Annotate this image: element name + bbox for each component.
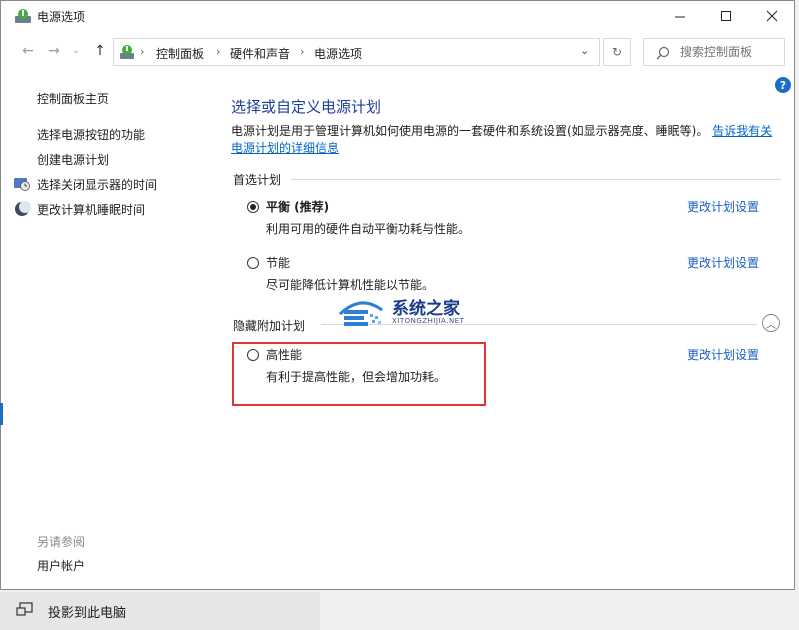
sidebar-home-link[interactable]: 控制面板主页 bbox=[37, 90, 109, 107]
search-box[interactable] bbox=[643, 38, 785, 66]
help-icon[interactable]: ? bbox=[775, 77, 791, 93]
moon-icon bbox=[15, 201, 31, 216]
breadcrumb-control-panel[interactable]: 控制面板 bbox=[156, 45, 204, 62]
maximize-icon bbox=[721, 11, 731, 21]
maximize-button[interactable] bbox=[703, 1, 749, 31]
monitor-clock-icon bbox=[14, 178, 30, 191]
radio-power-saver[interactable] bbox=[247, 257, 259, 269]
address-dropdown-icon[interactable]: ⌄ bbox=[580, 44, 589, 57]
back-button[interactable]: ← bbox=[17, 41, 39, 61]
refresh-button[interactable]: ↻ bbox=[603, 38, 631, 66]
breadcrumb-separator: › bbox=[300, 45, 305, 58]
plan-desc-balanced: 利用可用的硬件自动平衡功耗与性能。 bbox=[266, 222, 471, 236]
radio-balanced[interactable] bbox=[247, 201, 259, 213]
project-icon bbox=[16, 602, 33, 616]
sidebar-item-create-plan[interactable]: 创建电源计划 bbox=[37, 151, 109, 168]
description-text: 电源计划是用于管理计算机如何使用电源的一套硬件和系统设置(如显示器亮度、睡眠等)… bbox=[231, 124, 709, 138]
project-to-pc-item[interactable]: 投影到此电脑 bbox=[0, 592, 320, 630]
see-also-user-accounts[interactable]: 用户帐户 bbox=[37, 557, 85, 574]
plan-name-balanced[interactable]: 平衡 (推荐) bbox=[266, 198, 329, 215]
plan-name-power-saver[interactable]: 节能 bbox=[266, 254, 290, 271]
power-options-icon bbox=[15, 9, 31, 23]
group-divider bbox=[291, 179, 781, 180]
search-input[interactable] bbox=[680, 43, 780, 61]
sidebar-item-power-buttons[interactable]: 选择电源按钮的功能 bbox=[37, 126, 145, 143]
hidden-plans-heading: 隐藏附加计划 bbox=[233, 319, 306, 333]
forward-arrow-icon: → bbox=[48, 43, 60, 59]
breadcrumb-hardware-sound[interactable]: 硬件和声音 bbox=[230, 45, 290, 62]
close-button[interactable] bbox=[749, 1, 795, 31]
page-description: 电源计划是用于管理计算机如何使用电源的一套硬件和系统设置(如显示器亮度、睡眠等)… bbox=[231, 123, 781, 157]
window-title: 电源选项 bbox=[37, 10, 86, 24]
sidebar-item-sleep-time[interactable]: 更改计算机睡眠时间 bbox=[37, 201, 145, 218]
breadcrumb-separator: › bbox=[140, 45, 145, 58]
control-panel-icon bbox=[120, 45, 134, 59]
refresh-icon: ↻ bbox=[611, 45, 623, 59]
watermark-subtitle: XITONGZHIJIA.NET bbox=[392, 317, 465, 325]
watermark-title: 系统之家 bbox=[392, 299, 460, 319]
up-button[interactable]: ↑ bbox=[89, 41, 111, 61]
navigation-bar: ← → ⌄ ↑ › 控制面板 › 硬件和声音 › 电源选项 ⌄ ↻ bbox=[1, 35, 794, 67]
collapse-hidden-plans-button[interactable]: ︿ bbox=[762, 314, 780, 332]
change-settings-balanced[interactable]: 更改计划设置 bbox=[687, 198, 759, 215]
close-icon bbox=[766, 10, 778, 22]
watermark-logo-icon bbox=[338, 301, 383, 326]
watermark: 系统之家 XITONGZHIJIA.NET bbox=[336, 294, 476, 334]
up-arrow-icon: ↑ bbox=[94, 43, 106, 59]
title-bar: 电源选项 bbox=[1, 1, 794, 31]
page-title: 选择或自定义电源计划 bbox=[231, 98, 382, 116]
chevron-down-icon: ⌄ bbox=[72, 46, 80, 56]
forward-button[interactable]: → bbox=[43, 41, 65, 61]
change-settings-power-saver[interactable]: 更改计划设置 bbox=[687, 254, 759, 271]
change-settings-high-performance[interactable]: 更改计划设置 bbox=[687, 346, 759, 363]
recent-locations-button[interactable]: ⌄ bbox=[65, 41, 87, 61]
breadcrumb-power-options[interactable]: 电源选项 bbox=[314, 45, 362, 62]
chevron-up-icon: ︿ bbox=[766, 319, 776, 331]
search-icon bbox=[656, 46, 670, 60]
see-also-heading: 另请参阅 bbox=[37, 535, 86, 549]
minimize-button[interactable] bbox=[657, 1, 703, 31]
breadcrumb-separator: › bbox=[216, 45, 221, 58]
back-arrow-icon: ← bbox=[22, 43, 34, 59]
power-options-window: 电源选项 ← → ⌄ ↑ › 控制面板 › 硬件和声音 › 电源选项 ⌄ ↻ 搜… bbox=[0, 0, 795, 590]
address-box[interactable]: › 控制面板 › 硬件和声音 › 电源选项 ⌄ bbox=[113, 38, 600, 66]
project-to-pc-label: 投影到此电脑 bbox=[48, 606, 127, 621]
taskbar-accent bbox=[0, 403, 3, 425]
minimize-icon bbox=[675, 16, 685, 18]
preferred-plans-heading: 首选计划 bbox=[233, 173, 282, 187]
plan-desc-power-saver: 尽可能降低计算机性能以节能。 bbox=[266, 278, 435, 292]
highlight-box bbox=[232, 342, 486, 406]
sidebar-item-display-off[interactable]: 选择关闭显示器的时间 bbox=[37, 176, 157, 193]
